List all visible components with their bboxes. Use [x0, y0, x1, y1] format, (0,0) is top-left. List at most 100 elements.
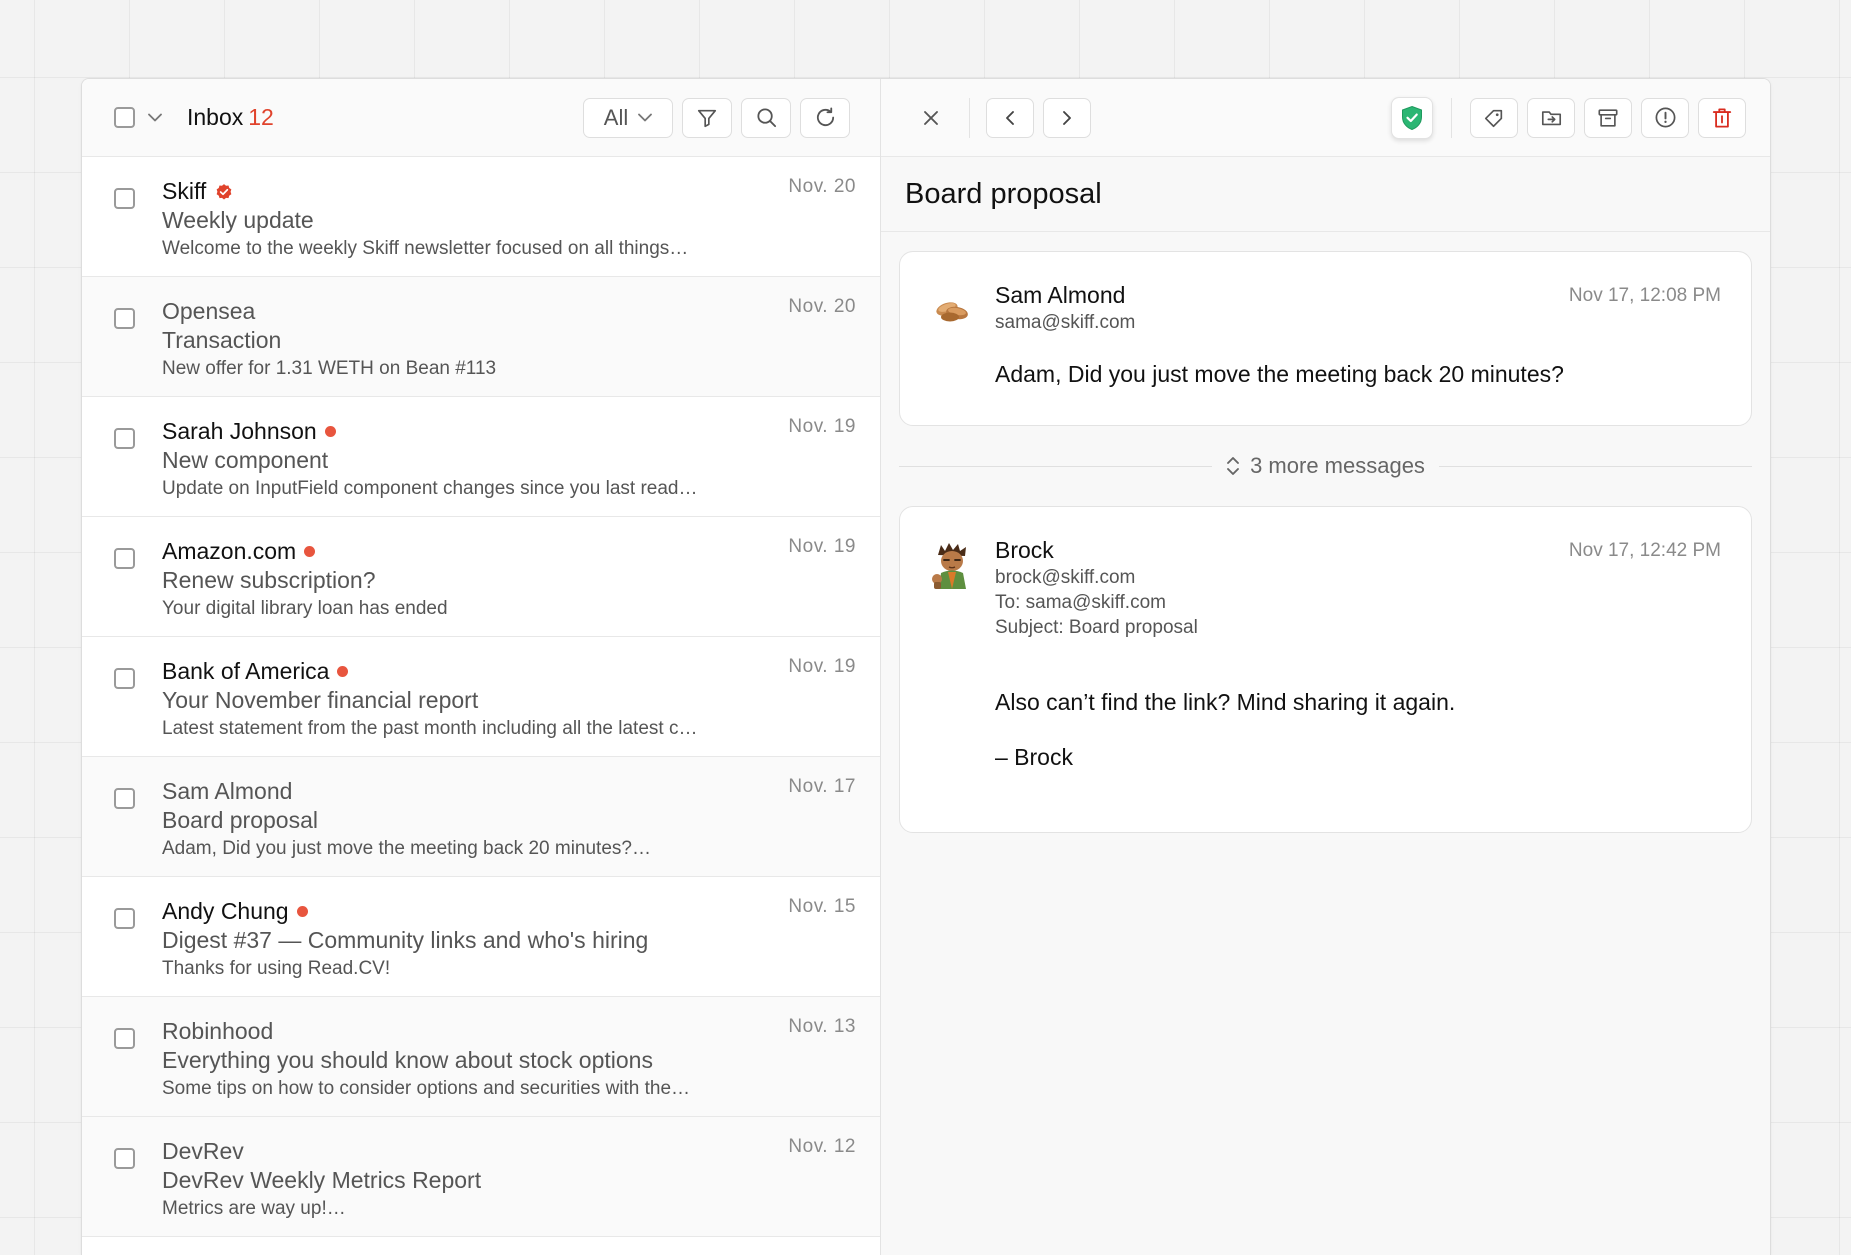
label-button[interactable] [1470, 97, 1518, 138]
avatar [930, 541, 974, 589]
email-preview: New offer for 1.31 WETH on Bean #113 [162, 358, 497, 379]
email-sender: Skiff [162, 178, 207, 204]
email-preview: Your digital library loan has ended [162, 598, 448, 619]
email-subject: Board proposal [162, 807, 318, 833]
row-checkbox[interactable] [114, 308, 135, 329]
email-subject: DevRev Weekly Metrics Report [162, 1167, 482, 1193]
email-row[interactable]: Sarah Johnson New component Update on In… [82, 397, 880, 517]
tag-icon [1484, 109, 1503, 127]
message-subject: Subject: Board proposal [995, 617, 1198, 638]
expand-vertical-icon [1227, 457, 1240, 475]
report-spam-button[interactable] [1641, 97, 1689, 138]
email-sender: Bank of America [162, 658, 330, 684]
email-preview: Latest statement from the past month inc… [162, 718, 698, 739]
row-checkbox[interactable] [114, 548, 135, 569]
email-row[interactable]: Bank of America Your November financial … [82, 637, 880, 757]
more-messages-label: 3 more messages [1250, 453, 1425, 478]
email-subject: Transaction [162, 327, 282, 353]
email-row[interactable]: Opensea Transaction New offer for 1.31 W… [82, 277, 880, 397]
refresh-button[interactable] [800, 97, 850, 138]
email-subject: Everything you should know about stock o… [162, 1047, 653, 1073]
email-sender: DevRev [162, 1138, 244, 1164]
email-date: Nov. 19 [788, 536, 856, 557]
email-date: Nov. 17 [788, 776, 856, 797]
divider-line [1438, 465, 1753, 467]
email-date: Nov. 12 [788, 1136, 856, 1157]
toolbar-divider [1451, 97, 1452, 138]
message-thread: Nov 17, 12:08 PM Sam Almond sama@skiff.c… [881, 232, 1770, 833]
archive-button[interactable] [1584, 97, 1632, 138]
list-tools: All [583, 97, 850, 138]
row-checkbox[interactable] [114, 1148, 135, 1169]
email-date: Nov. 20 [788, 296, 856, 317]
email-row[interactable]: Skiff Weekly update Welcome to the weekl… [82, 157, 880, 277]
filter-button[interactable] [682, 97, 732, 138]
message-signature: – Brock [995, 744, 1073, 770]
unread-dot [296, 906, 308, 917]
message-timestamp: Nov 17, 12:08 PM [1568, 285, 1721, 306]
previous-email-button[interactable] [986, 97, 1034, 138]
email-row[interactable]: Robinhood Everything you should know abo… [82, 997, 880, 1117]
select-all-checkbox[interactable] [114, 107, 135, 128]
thread-title: Board proposal [905, 177, 1102, 210]
email-row[interactable]: Amazon.com Renew subscription? Your digi… [82, 517, 880, 637]
filter-select-value: All [603, 104, 629, 130]
filter-select[interactable]: All [583, 97, 673, 138]
email-subject: Digest #37 — Community links and who's h… [162, 927, 649, 953]
reader-pane: Board proposal Nov 17, 12:08 PM Sam Almo… [881, 79, 1770, 1255]
divider-line [899, 465, 1213, 467]
row-checkbox[interactable] [114, 668, 135, 689]
unread-dot [304, 546, 316, 557]
reader-toolbar [881, 79, 1770, 157]
thread-title-bar: Board proposal [881, 157, 1770, 232]
row-checkbox[interactable] [114, 188, 135, 209]
next-email-button[interactable] [1043, 97, 1091, 138]
email-preview: Adam, Did you just move the meeting back… [162, 838, 651, 859]
email-sender: Opensea [162, 298, 256, 324]
message-sender-email: sama@skiff.com [995, 312, 1136, 333]
email-date: Nov. 19 [788, 656, 856, 677]
message-card[interactable]: Nov 17, 12:42 PM Brock brock@skiff.com T… [899, 506, 1752, 833]
email-sender: Sam Almond [162, 778, 293, 804]
inbox-unread-count: 12 [248, 104, 274, 130]
row-checkbox[interactable] [114, 788, 135, 809]
message-body: Also can’t find the link? Mind sharing i… [995, 689, 1456, 715]
row-checkbox[interactable] [114, 1028, 135, 1049]
email-row[interactable]: Andy Chung Digest #37 — Community links … [82, 877, 880, 997]
search-button[interactable] [741, 97, 791, 138]
list-toolbar: Inbox 12 All [82, 79, 880, 157]
delete-button[interactable] [1698, 97, 1746, 138]
row-checkbox[interactable] [114, 908, 135, 929]
collapsed-messages-row: 3 more messages [899, 426, 1753, 506]
message-recipient: To: sama@skiff.com [995, 592, 1166, 613]
message-sender-email: brock@skiff.com [995, 567, 1136, 588]
chevron-down-icon[interactable] [145, 108, 165, 128]
email-row[interactable]: DevRev DevRev Weekly Metrics Report Metr… [82, 1117, 880, 1237]
alert-circle-icon [1655, 107, 1675, 128]
email-sender: Andy Chung [162, 898, 289, 924]
email-sender: Amazon.com [162, 538, 297, 564]
message-card[interactable]: Nov 17, 12:08 PM Sam Almond sama@skiff.c… [899, 251, 1752, 426]
security-shield-button[interactable] [1391, 96, 1433, 139]
email-preview: Some tips on how to consider options and… [162, 1078, 691, 1099]
message-body: Adam, Did you just move the meeting back… [995, 361, 1564, 387]
message-timestamp: Nov 17, 12:42 PM [1568, 540, 1721, 561]
funnel-icon [697, 109, 717, 127]
trash-icon [1712, 107, 1732, 128]
email-subject: Weekly update [162, 207, 314, 233]
move-to-folder-button[interactable] [1527, 97, 1575, 138]
email-list: Skiff Weekly update Welcome to the weekl… [82, 157, 880, 1255]
archive-icon [1598, 108, 1618, 127]
toolbar-divider [969, 97, 970, 138]
close-button[interactable] [911, 98, 951, 138]
expand-messages-button[interactable]: 3 more messages [1212, 453, 1439, 479]
email-sender: Sarah Johnson [162, 418, 317, 444]
email-date: Nov. 13 [788, 1016, 856, 1037]
email-preview: Welcome to the weekly Skiff newsletter f… [162, 238, 689, 259]
email-subject: New component [162, 447, 329, 473]
row-checkbox[interactable] [114, 428, 135, 449]
close-icon [924, 110, 938, 125]
email-row[interactable]: Sam Almond Board proposal Adam, Did you … [82, 757, 880, 877]
email-sender: Robinhood [162, 1018, 274, 1044]
email-date: Nov. 19 [788, 416, 856, 437]
